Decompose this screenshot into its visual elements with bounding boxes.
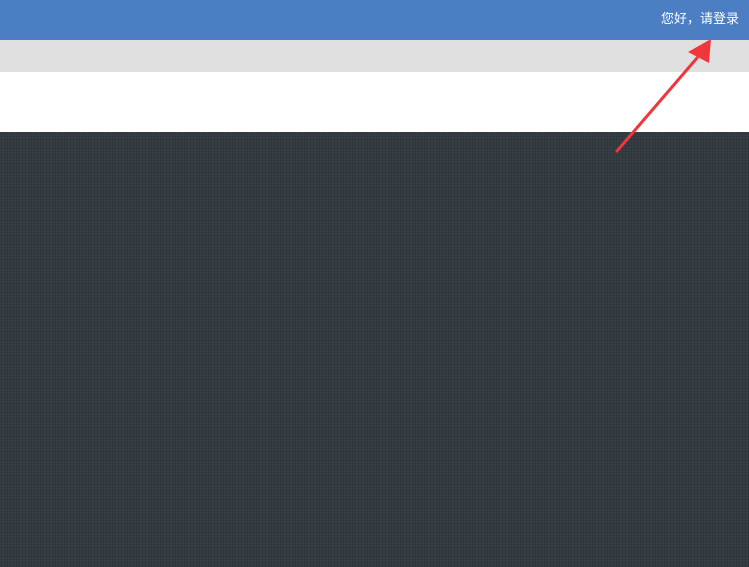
- content-area: [0, 132, 749, 567]
- header-band: [0, 72, 749, 132]
- top-bar: 您好，请登录: [0, 0, 749, 40]
- login-link[interactable]: 您好，请登录: [661, 11, 739, 29]
- nav-strip: [0, 40, 749, 72]
